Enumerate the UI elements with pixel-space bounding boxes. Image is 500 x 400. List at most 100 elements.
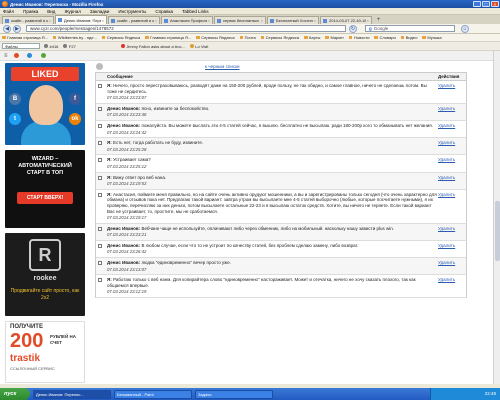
menu-view[interactable]: Вид	[47, 9, 55, 14]
bookmark-item[interactable]: Главная страница Я...	[2, 35, 48, 40]
bookmark-icon	[145, 35, 149, 40]
taskbar-item-tasks[interactable]: Задачи	[195, 389, 273, 399]
taskbar-item-firefox[interactable]: Денис Иванов: Перепис...	[33, 389, 111, 399]
extension-toolbar: Файлы #416 F27 Jimmy Fallon asks about a…	[0, 42, 500, 51]
menu-file[interactable]: Файл	[3, 9, 14, 14]
delete-link[interactable]: Удалить	[438, 192, 466, 221]
reload-icon[interactable]: ↻	[349, 24, 357, 33]
browser-tab[interactable]: Анастасия Профиль ×	[161, 16, 213, 24]
bookmark-item[interactable]: Маркет	[325, 35, 344, 40]
globe-icon	[44, 44, 48, 48]
browser-tab-active[interactable]: Денис Иванов: Переписка×	[55, 15, 107, 24]
ext-visit-link[interactable]: Lo Visit	[189, 44, 208, 49]
browser-tab[interactable]: скайп - развитий и кадр...×	[2, 16, 54, 24]
tab-close-icon[interactable]: ×	[49, 18, 51, 23]
back-to-list-link[interactable]: к черным списки	[205, 63, 467, 72]
delete-link[interactable]: Удалить	[438, 243, 466, 255]
bookmarks-bar: Главная страница Я... Wildberries.by - н…	[0, 34, 500, 42]
row-checkbox[interactable]	[96, 175, 104, 187]
delete-link[interactable]: Удалить	[438, 175, 466, 187]
bookmark-item[interactable]: Новости	[348, 35, 369, 40]
bookmark-item[interactable]: Сервисы Яндекса	[101, 35, 140, 40]
files-dropdown[interactable]: Файлы	[2, 43, 40, 49]
maximize-button[interactable]: □	[482, 1, 490, 7]
delete-link[interactable]: Удалить	[438, 260, 466, 272]
message-date: 07.03.2014 23:13:07	[107, 266, 147, 272]
browser-tab[interactable]: 2014-03-07 22-40-18 Sc...×	[320, 16, 372, 24]
ad-trastik-banner[interactable]: ПОЛУЧИТЕ 200 РУБЛЕЙ НА СЧЕТ trastik ССЫЛ…	[5, 321, 85, 383]
ext-counter-2[interactable]: F27	[63, 44, 76, 49]
tab-close-icon[interactable]: ×	[208, 18, 210, 23]
row-checkbox[interactable]	[96, 83, 104, 101]
message-text: Есть нет, тогда работать не буду, извини…	[113, 140, 204, 146]
back-arrow-icon[interactable]: ◀	[3, 24, 11, 33]
ext-counter-1[interactable]: #416	[44, 44, 58, 49]
bookmark-item[interactable]: Музыка	[422, 35, 442, 40]
vk-icon: B	[9, 93, 21, 105]
forward-arrow-icon[interactable]: ▶	[13, 24, 21, 33]
notification-icon[interactable]	[13, 53, 21, 58]
menu-edit[interactable]: Правка	[23, 9, 38, 14]
row-checkbox[interactable]	[96, 123, 104, 135]
start-button[interactable]: пуск	[0, 388, 30, 400]
tab-close-icon[interactable]: ×	[102, 18, 104, 23]
bookmark-icon	[2, 35, 6, 40]
hamburger-menu-icon[interactable]: ≡	[4, 53, 8, 59]
tab-close-icon[interactable]: ×	[261, 18, 263, 23]
firefox-icon	[2, 1, 8, 7]
tab-close-icon[interactable]: ×	[314, 18, 316, 23]
friends-icon[interactable]	[40, 53, 48, 58]
page-scrollbar[interactable]	[493, 51, 500, 384]
menu-help[interactable]: Справка	[155, 9, 173, 14]
menu-tabbed-links[interactable]: Tabbed Links	[182, 9, 209, 14]
delete-link[interactable]: Удалить	[438, 123, 466, 135]
close-button[interactable]: ×	[491, 1, 499, 7]
minimize-button[interactable]: _	[473, 1, 481, 7]
menu-tools[interactable]: Инструменты	[118, 9, 146, 14]
new-tab-button[interactable]: +	[375, 17, 382, 24]
message-row: Я: Анастасия, поймите меня правильно, но…	[95, 189, 467, 224]
tab-close-icon[interactable]: ×	[155, 18, 157, 23]
browser-tab[interactable]: скайп - развитий и кадр...×	[108, 16, 160, 24]
tab-favicon-icon	[217, 18, 221, 23]
ext-video-link[interactable]: Jimmy Fallon asks about a truc...	[120, 44, 185, 49]
search-input[interactable]: g Google	[365, 25, 455, 32]
row-checkbox[interactable]	[96, 192, 104, 221]
home-icon[interactable]: ⌂	[461, 24, 469, 33]
menu-bookmarks[interactable]: Закладки	[90, 9, 109, 14]
bookmark-item[interactable]: Сервисы Яндекса	[260, 35, 299, 40]
bookmark-item[interactable]: Словари	[374, 35, 396, 40]
row-checkbox[interactable]	[96, 106, 104, 118]
messages-icon[interactable]	[27, 53, 34, 58]
delete-link[interactable]: Удалить	[438, 83, 466, 101]
bookmark-item[interactable]: Сервисы Яндекса	[196, 35, 235, 40]
delete-link[interactable]: Удалить	[438, 157, 466, 169]
menu-history[interactable]: Журнал	[64, 9, 80, 14]
delete-link[interactable]: Удалить	[438, 277, 466, 295]
row-checkbox[interactable]	[96, 140, 104, 152]
browser-tab[interactable]: сервис бесплатных фот...×	[214, 16, 266, 24]
bookmark-item[interactable]: Wildberries.by - нде...	[52, 35, 97, 40]
bookmark-item[interactable]: Видео	[400, 35, 417, 40]
row-checkbox[interactable]	[96, 226, 104, 238]
ad-liked-banner[interactable]: LIKED B f t ok	[5, 63, 85, 145]
browser-tab[interactable]: Бесплатный Хостинг Им...×	[267, 16, 319, 24]
row-checkbox[interactable]	[96, 260, 104, 272]
tab-close-icon[interactable]: ×	[367, 18, 369, 23]
delete-link[interactable]: Удалить	[438, 226, 466, 238]
bookmark-item[interactable]: Карты	[304, 35, 320, 40]
delete-link[interactable]: Удалить	[438, 140, 466, 152]
delete-link[interactable]: Удалить	[438, 106, 466, 118]
start-up-button[interactable]: СТАРТ ВВЕРХ!	[17, 192, 73, 204]
row-checkbox[interactable]	[96, 157, 104, 169]
row-checkbox[interactable]	[96, 277, 104, 295]
address-bar[interactable]: www.cyzr.com/people/messages/1478572	[26, 25, 346, 32]
bookmark-item[interactable]: Главная страница Я...	[145, 35, 191, 40]
row-checkbox[interactable]	[96, 243, 104, 255]
ad-rookee-banner[interactable]: R rookee Продвигайте сайт просто, как 2x…	[5, 233, 85, 316]
scrollbar-thumb[interactable]	[495, 201, 500, 261]
taskbar-item-paint[interactable]: Безымянный - Paint	[114, 389, 192, 399]
bookmark-item[interactable]: Почта	[239, 35, 256, 40]
ad-wizard-banner[interactable]: WIZARD – АВТОМАТИЧЕСКИЙ СТАРТ В ТОП СТАР…	[5, 150, 85, 228]
message-date: 07.03.2014 23:19:17	[107, 215, 147, 221]
